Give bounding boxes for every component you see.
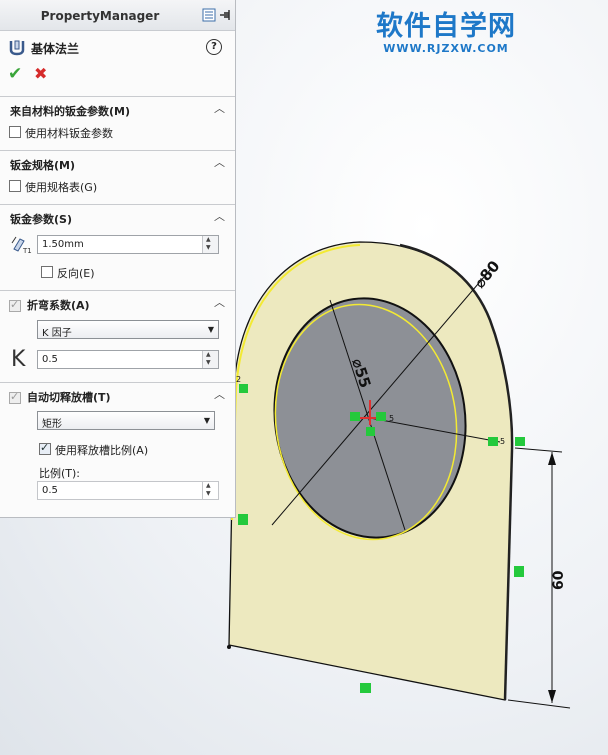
use-material-label: 使用材料钣金参数 bbox=[25, 127, 113, 140]
relief-ratio-value: 0.5 bbox=[42, 485, 58, 496]
cancel-button[interactable]: ✖ bbox=[34, 64, 47, 83]
vertex-point[interactable] bbox=[227, 645, 231, 649]
relation-center-icon[interactable] bbox=[366, 427, 375, 436]
collapse-up-icon[interactable]: ︿ bbox=[214, 100, 225, 116]
relation-vertical-left-icon[interactable] bbox=[238, 514, 248, 525]
use-relief-ratio-checkbox[interactable] bbox=[39, 441, 51, 455]
relation-horizontal-bottom-icon[interactable] bbox=[360, 683, 371, 693]
bend-type-select[interactable]: K 因子 ▼ bbox=[37, 320, 219, 339]
feature-title-row: 基体法兰 ? bbox=[0, 31, 235, 61]
group-material-params: 来自材料的钣金参数(M) ︿ 使用材料钣金参数 bbox=[0, 96, 235, 149]
thickness-icon: T1 bbox=[11, 236, 32, 255]
k-factor-input[interactable]: 0.5 ▲ ▼ bbox=[37, 350, 219, 369]
property-manager-panel: PropertyManager 基体法兰 ? ✔ ✖ 来自材料的钣金参数(M) … bbox=[0, 0, 236, 518]
thickness-spinner[interactable]: ▲ ▼ bbox=[202, 236, 218, 253]
group-gauge: 钣金规格(M) ︿ 使用规格表(G) bbox=[0, 150, 235, 203]
relief-ratio-spinner[interactable]: ▲ ▼ bbox=[202, 482, 218, 499]
chevron-down-icon: ▼ bbox=[203, 416, 210, 425]
group-sheet-params: 钣金参数(S) ︿ T1 1.50mm ▲ ▼ 反向(E) bbox=[0, 204, 235, 289]
group-bend-allowance-title[interactable]: 折弯系数(A) bbox=[27, 297, 90, 313]
svg-text:T1: T1 bbox=[22, 247, 32, 255]
chevron-down-icon: ▼ bbox=[207, 325, 214, 334]
relation-label-2: 2 bbox=[236, 375, 241, 384]
reverse-label: 反向(E) bbox=[57, 267, 95, 280]
panel-header: PropertyManager bbox=[0, 0, 235, 31]
height-ext-bottom bbox=[507, 699, 571, 709]
use-material-checkbox[interactable] bbox=[9, 126, 21, 138]
k-factor-spinner[interactable]: ▲ ▼ bbox=[202, 351, 218, 368]
panel-options-icon[interactable] bbox=[202, 8, 216, 22]
reverse-checkbox[interactable] bbox=[41, 266, 53, 278]
panel-title: PropertyManager bbox=[40, 9, 160, 23]
relation-label-5a: 5 bbox=[389, 414, 394, 423]
relation-left-icon[interactable] bbox=[239, 384, 248, 393]
feature-name: 基体法兰 bbox=[31, 42, 80, 56]
collapse-up-icon[interactable]: ︿ bbox=[214, 154, 225, 170]
relief-type-select[interactable]: 矩形 ▼ bbox=[37, 411, 215, 430]
ratio-label: 比例(T): bbox=[39, 467, 81, 480]
ok-cancel-row: ✔ ✖ bbox=[0, 61, 235, 91]
thickness-value: 1.50mm bbox=[42, 239, 84, 250]
group-auto-relief: 自动切释放槽(T) ︿ 矩形 ▼ 使用释放槽比例(A) 比例(T): 0.5 ▲… bbox=[0, 382, 235, 518]
help-icon[interactable]: ? bbox=[206, 39, 222, 55]
use-relief-ratio-label: 使用释放槽比例(A) bbox=[55, 444, 149, 457]
watermark: 软件自学网 WWW.RJZXW.COM bbox=[366, 11, 526, 56]
use-gauge-table-checkbox[interactable] bbox=[9, 180, 21, 192]
relation-coincident-icon[interactable] bbox=[376, 412, 386, 421]
use-gauge-table-label: 使用规格表(G) bbox=[25, 181, 98, 194]
group-bend-allowance: 折弯系数(A) ︿ K 因子 ▼ K 0.5 ▲▼ bbox=[0, 290, 235, 377]
group-gauge-title[interactable]: 钣金规格(M) bbox=[10, 157, 75, 173]
relation-label-5b: 5 bbox=[500, 437, 505, 446]
relation-vertical-right-icon[interactable] bbox=[514, 566, 524, 577]
group-material-title[interactable]: 来自材料的钣金参数(M) bbox=[10, 103, 130, 119]
relation-horizontal-icon[interactable] bbox=[350, 412, 360, 421]
arrow-head-bottom bbox=[548, 690, 556, 703]
collapse-up-icon[interactable]: ︿ bbox=[214, 208, 225, 224]
group-auto-relief-title[interactable]: 自动切释放槽(T) bbox=[27, 389, 111, 405]
watermark-url: WWW.RJZXW.COM bbox=[383, 42, 509, 55]
relation-tangent-icon[interactable] bbox=[515, 437, 525, 446]
dimension-height[interactable]: 60 bbox=[551, 570, 567, 590]
watermark-title: 软件自学网 bbox=[376, 11, 516, 42]
ok-button[interactable]: ✔ bbox=[8, 64, 22, 84]
pin-icon[interactable] bbox=[219, 8, 233, 22]
k-factor-symbol: K bbox=[11, 347, 26, 372]
height-ext-top bbox=[514, 447, 563, 453]
collapse-up-icon[interactable]: ︿ bbox=[214, 386, 225, 402]
relation-midpoint-icon[interactable] bbox=[488, 437, 498, 446]
bend-type-value: K 因子 bbox=[42, 328, 72, 339]
group-sheet-params-title[interactable]: 钣金参数(S) bbox=[10, 211, 72, 227]
base-flange-icon bbox=[9, 40, 25, 56]
k-factor-value: 0.5 bbox=[42, 354, 58, 365]
bend-allowance-checkbox[interactable] bbox=[9, 298, 21, 312]
relief-type-value: 矩形 bbox=[42, 419, 62, 430]
collapse-up-icon[interactable]: ︿ bbox=[214, 294, 225, 310]
thickness-input[interactable]: 1.50mm ▲ ▼ bbox=[37, 235, 219, 254]
auto-relief-checkbox[interactable] bbox=[9, 390, 21, 404]
arrow-head-top bbox=[548, 452, 556, 465]
relief-ratio-input[interactable]: 0.5 ▲ ▼ bbox=[37, 481, 219, 500]
